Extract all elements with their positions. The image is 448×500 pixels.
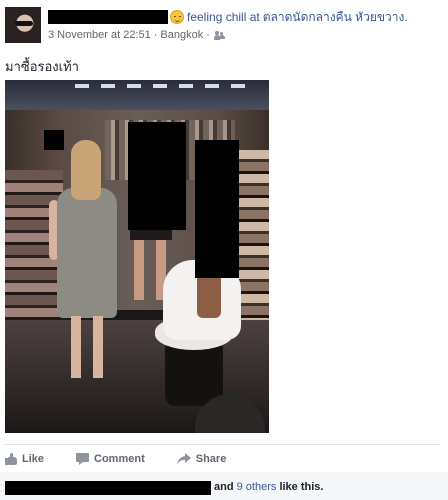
meta-separator: · (206, 29, 210, 41)
avatar-sunglasses (15, 21, 33, 26)
likes-summary: and 9 others like this. (214, 481, 323, 493)
post-photo[interactable] (5, 80, 269, 433)
thumbs-up-icon (5, 453, 17, 465)
actions-divider (5, 444, 440, 445)
photo-lights (75, 84, 255, 88)
timestamp-link[interactable]: 3 November at 22:51 (48, 29, 151, 41)
comment-button[interactable]: Comment (76, 453, 145, 465)
author-name-redacted (48, 10, 168, 24)
relieved-face-icon (170, 10, 184, 24)
likers-names-redacted (5, 481, 211, 495)
face-redaction (128, 122, 186, 230)
avatar[interactable] (5, 7, 41, 43)
post-header-line: feeling chill at ตลาดนัดกลางคืน หัวยขวาง… (170, 7, 408, 27)
likes-suffix: like this. (279, 481, 324, 493)
friends-icon[interactable] (213, 30, 225, 40)
face-redaction (44, 130, 64, 150)
place-link[interactable]: ตลาดนัดกลางคืน หัวยขวาง. (263, 8, 408, 27)
photo-person (49, 140, 119, 380)
face-redaction (195, 140, 239, 278)
share-arrow-icon (176, 453, 191, 465)
share-label: Share (195, 453, 227, 465)
feeling-label: feeling chill at (187, 10, 260, 24)
like-button[interactable]: Like (5, 453, 44, 465)
post-meta: 3 November at 22:51 · Bangkok · (48, 29, 225, 41)
comment-label: Comment (94, 453, 145, 465)
like-label: Like (22, 453, 45, 465)
likes-and: and (214, 481, 234, 493)
meta-separator: · (153, 29, 158, 41)
likes-others-link[interactable]: 9 others (237, 481, 277, 493)
post-card: feeling chill at ตลาดนัดกลางคืน หัวยขวาง… (0, 0, 448, 500)
comment-icon (76, 453, 90, 465)
share-button[interactable]: Share (176, 453, 227, 465)
location-link[interactable]: Bangkok (160, 29, 203, 41)
post-text: มาซื้อรองเท้า (5, 59, 79, 74)
post-actions: Like Comment Share (5, 449, 226, 469)
